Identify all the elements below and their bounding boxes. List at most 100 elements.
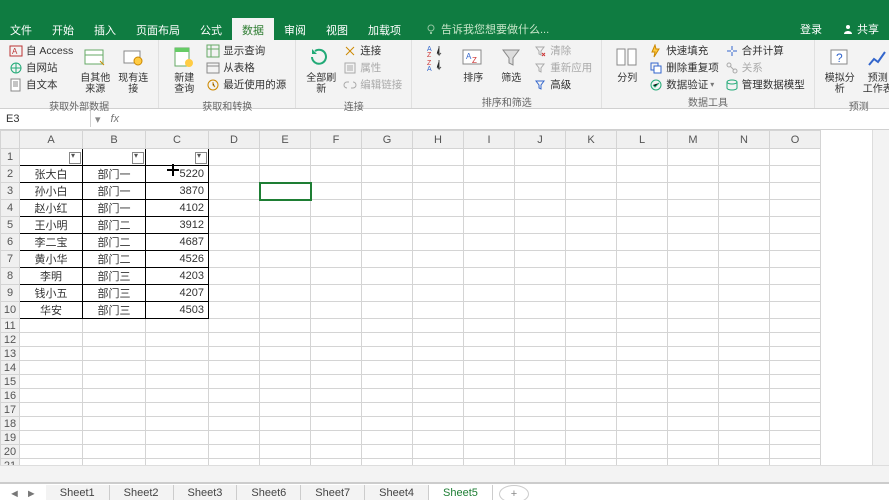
cell-C20[interactable] (146, 445, 209, 459)
cell-E11[interactable] (260, 319, 311, 333)
row-header[interactable]: 17 (1, 403, 20, 417)
col-header-G[interactable]: G (362, 131, 413, 149)
cell-I14[interactable] (464, 361, 515, 375)
cell-O3[interactable] (770, 183, 821, 200)
cell-E9[interactable] (260, 285, 311, 302)
cell-E12[interactable] (260, 333, 311, 347)
menu-文件[interactable]: 文件 (0, 18, 42, 40)
cell-H15[interactable] (413, 375, 464, 389)
cell-J8[interactable] (515, 268, 566, 285)
cell-N18[interactable] (719, 417, 770, 431)
row-header[interactable]: 13 (1, 347, 20, 361)
cell-M17[interactable] (668, 403, 719, 417)
sheet-nav-prev-icon[interactable]: ◄ (6, 488, 23, 500)
cell-A13[interactable] (20, 347, 83, 361)
cell-G16[interactable] (362, 389, 413, 403)
cell-G1[interactable] (362, 149, 413, 166)
cell-K20[interactable] (566, 445, 617, 459)
cell-H19[interactable] (413, 431, 464, 445)
cell-N17[interactable] (719, 403, 770, 417)
cell-E3[interactable] (260, 183, 311, 200)
cell-K18[interactable] (566, 417, 617, 431)
row-header[interactable]: 7 (1, 251, 20, 268)
cell-J4[interactable] (515, 200, 566, 217)
cell-B11[interactable] (83, 319, 146, 333)
row-header[interactable]: 5 (1, 217, 20, 234)
cell-G13[interactable] (362, 347, 413, 361)
cell-I17[interactable] (464, 403, 515, 417)
cell-I16[interactable] (464, 389, 515, 403)
clear-filter-button[interactable]: 清除 (530, 42, 595, 59)
add-sheet-button[interactable]: + (499, 485, 529, 500)
cell-K2[interactable] (566, 166, 617, 183)
cell-D12[interactable] (209, 333, 260, 347)
filter-dropdown-icon[interactable] (195, 152, 207, 164)
cell-C17[interactable] (146, 403, 209, 417)
cell-A19[interactable] (20, 431, 83, 445)
cell-K5[interactable] (566, 217, 617, 234)
cell-B12[interactable] (83, 333, 146, 347)
connections-button[interactable]: 连接 (340, 42, 405, 59)
cell-L1[interactable] (617, 149, 668, 166)
cell-C4[interactable]: 4102 (146, 200, 209, 217)
cell-J20[interactable] (515, 445, 566, 459)
cell-H17[interactable] (413, 403, 464, 417)
cell-L8[interactable] (617, 268, 668, 285)
cell-B3[interactable]: 部门一 (83, 183, 146, 200)
filter-dropdown-icon[interactable] (69, 152, 81, 164)
cell-K19[interactable] (566, 431, 617, 445)
cell-I5[interactable] (464, 217, 515, 234)
cell-I10[interactable] (464, 302, 515, 319)
cell-H18[interactable] (413, 417, 464, 431)
from-table-button[interactable]: 从表格 (203, 59, 289, 76)
cell-I3[interactable] (464, 183, 515, 200)
cell-M4[interactable] (668, 200, 719, 217)
cell-D20[interactable] (209, 445, 260, 459)
cell-F6[interactable] (311, 234, 362, 251)
cell-A16[interactable] (20, 389, 83, 403)
col-header-H[interactable]: H (413, 131, 464, 149)
row-header[interactable]: 2 (1, 166, 20, 183)
cell-G9[interactable] (362, 285, 413, 302)
cell-E17[interactable] (260, 403, 311, 417)
menu-视图[interactable]: 视图 (316, 18, 358, 40)
cell-G4[interactable] (362, 200, 413, 217)
cell-K17[interactable] (566, 403, 617, 417)
cell-L6[interactable] (617, 234, 668, 251)
cell-N8[interactable] (719, 268, 770, 285)
cell-O2[interactable] (770, 166, 821, 183)
cell-B16[interactable] (83, 389, 146, 403)
cell-F12[interactable] (311, 333, 362, 347)
cell-O17[interactable] (770, 403, 821, 417)
cell-N3[interactable] (719, 183, 770, 200)
cell-G7[interactable] (362, 251, 413, 268)
cell-O16[interactable] (770, 389, 821, 403)
cell-B1[interactable]: 部门 (83, 149, 146, 166)
sheet-tab-Sheet4[interactable]: Sheet4 (365, 485, 429, 500)
cell-F14[interactable] (311, 361, 362, 375)
cell-L14[interactable] (617, 361, 668, 375)
cell-B2[interactable]: 部门一 (83, 166, 146, 183)
cell-G14[interactable] (362, 361, 413, 375)
spreadsheet-grid[interactable]: ABCDEFGHIJKLMNO1姓名部门五月销量2张大白部门一52203孙小白部… (0, 130, 821, 483)
col-header-E[interactable]: E (260, 131, 311, 149)
cell-M8[interactable] (668, 268, 719, 285)
cell-L18[interactable] (617, 417, 668, 431)
cell-J19[interactable] (515, 431, 566, 445)
whatif-button[interactable]: ?模拟分析 (821, 42, 859, 97)
cell-H4[interactable] (413, 200, 464, 217)
cell-J15[interactable] (515, 375, 566, 389)
cell-J9[interactable] (515, 285, 566, 302)
cell-O10[interactable] (770, 302, 821, 319)
col-header-L[interactable]: L (617, 131, 668, 149)
cell-I15[interactable] (464, 375, 515, 389)
menu-公式[interactable]: 公式 (190, 18, 232, 40)
vertical-scrollbar[interactable] (872, 130, 889, 466)
cell-K12[interactable] (566, 333, 617, 347)
cell-D8[interactable] (209, 268, 260, 285)
cell-D3[interactable] (209, 183, 260, 200)
cell-K7[interactable] (566, 251, 617, 268)
cell-F2[interactable] (311, 166, 362, 183)
cell-L13[interactable] (617, 347, 668, 361)
cell-M14[interactable] (668, 361, 719, 375)
